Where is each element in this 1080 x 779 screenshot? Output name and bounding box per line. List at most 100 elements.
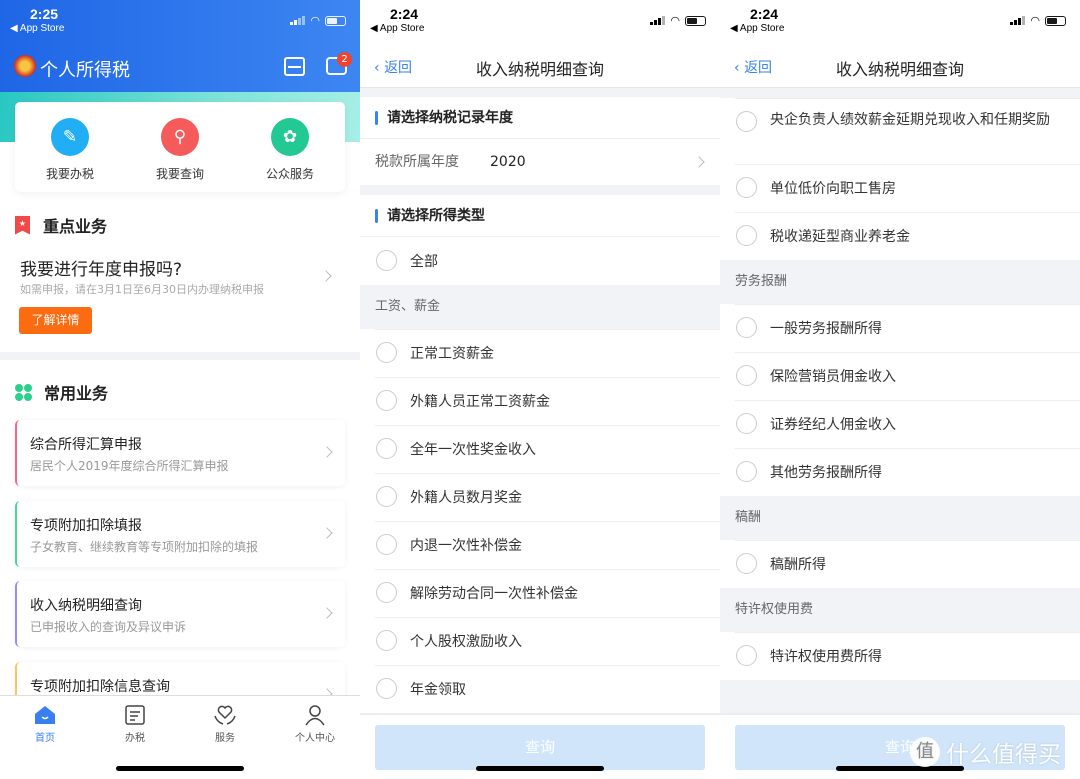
divider [735,212,1080,213]
card-annual-settlement[interactable]: 综合所得汇算申报 居民个人2019年度综合所得汇算申报 [15,420,345,486]
bookmark-star-icon: ★ [15,215,30,235]
group-header: 工资、薪金 [360,285,720,329]
card-special-deduction-fill[interactable]: 专项附加扣除填报 子女教育、继续教育等专项附加扣除的填报 [15,501,345,567]
quick-action-label: 我要办税 [45,167,94,181]
wifi-icon: ◠ [1030,14,1040,27]
radio-button[interactable] [736,317,757,338]
option-item[interactable]: 一般劳务报酬所得 [720,304,1080,352]
radio-button[interactable] [376,250,397,271]
quick-actions: ✎ 我要办税 ⚲ 我要查询 ✿ 公众服务 [15,102,345,192]
option-label: 特许权使用费所得 [770,649,882,665]
card-title: 专项附加扣除信息查询 [30,679,170,695]
radio-button[interactable] [736,365,757,386]
radio-button[interactable] [376,486,397,507]
divider [375,521,720,522]
radio-button[interactable] [376,582,397,603]
divider [735,352,1080,353]
radio-button[interactable] [736,177,757,198]
document-edit-icon [123,703,147,727]
option-item[interactable]: 单位低价向职工售房 [720,164,1080,212]
annual-filing-title[interactable]: 我要进行年度申报吗? [20,255,182,280]
card-income-tax-query[interactable]: 收入纳税明细查询 已申报收入的查询及异议申诉 [15,581,345,647]
option-all[interactable]: 全部 [360,237,720,285]
chevron-right-icon[interactable] [320,270,332,282]
option-item[interactable]: 正常工资薪金 [360,329,720,377]
clover-icon [15,383,32,401]
divider [375,473,720,474]
quick-action-pay-tax[interactable]: ✎ 我要办税 [25,118,115,192]
quick-action-query[interactable]: ⚲ 我要查询 [135,118,225,192]
option-item[interactable]: 保险营销员佣金收入 [720,352,1080,400]
option-item[interactable]: 其他劳务报酬所得 [720,448,1080,496]
back-to-app-store[interactable]: ◀ App Store [10,23,64,34]
option-item[interactable]: 外籍人员数月奖金 [360,473,720,521]
chevron-right-icon [693,156,705,168]
status-time: 2:24 [390,6,419,22]
radio-button[interactable] [736,553,757,574]
back-to-app-store[interactable]: ◀ App Store [730,23,784,34]
option-item[interactable]: 证券经纪人佣金收入 [720,400,1080,448]
divider [375,329,720,330]
watermark-logo: 值 [910,737,940,767]
app-title: 个人所得税 [40,60,130,81]
radio-button[interactable] [376,534,397,555]
scan-icon[interactable] [284,57,305,76]
option-label: 其他劳务报酬所得 [770,465,882,481]
option-item[interactable]: 税收递延型商业养老金 [720,212,1080,260]
divider [375,665,720,666]
nav-bar: 2:24 ◀ App Store ◠ ‹ 返回 收入纳税明细查询 [360,0,720,88]
radio-button[interactable] [376,390,397,411]
option-item[interactable]: 个人股权激励收入 [360,617,720,665]
radio-button[interactable] [376,342,397,363]
option-item[interactable]: 内退一次性补偿金 [360,521,720,569]
option-label: 央企负责人绩效薪金延期兑现收入和任期奖励 [770,112,1050,128]
radio-button[interactable] [736,645,757,666]
radio-button[interactable] [376,678,397,699]
learn-more-button[interactable]: 了解详情 [19,307,92,334]
group-header: 特许权使用费 [720,588,1080,632]
option-label: 年金领取 [410,682,466,698]
tab-label: 服务 [215,733,235,744]
option-label: 解除劳动合同一次性补偿金 [410,586,578,602]
quick-action-label: 公众服务 [265,167,314,181]
radio-button[interactable] [736,111,757,132]
flower-icon: ✿ [271,118,309,156]
page-title: 收入纳税明细查询 [475,60,604,79]
radio-button[interactable] [376,630,397,651]
option-item[interactable]: 央企负责人绩效薪金延期兑现收入和任期奖励 [720,98,1080,164]
tab-label: 首页 [35,733,55,744]
option-label: 内退一次性补偿金 [410,538,522,554]
option-item[interactable]: 稿酬所得 [720,540,1080,588]
battery-icon [685,15,706,26]
common-business-heading: 常用业务 [15,380,108,404]
radio-button[interactable] [736,461,757,482]
quick-action-label: 我要查询 [155,167,204,181]
radio-button[interactable] [736,225,757,246]
watermark-text: 什么值得买 [946,742,1061,768]
page-title: 收入纳税明细查询 [835,60,964,79]
tax-year-selector[interactable]: 税款所属年度 2020 [360,139,720,185]
divider [735,540,1080,541]
tab-home[interactable]: 首页 [0,696,90,779]
query-screen-scrolled: 央企负责人绩效薪金延期兑现收入和任期奖励 单位低价向职工售房 税收递延型商业养老金劳… [720,0,1080,779]
divider [735,632,1080,633]
option-item[interactable]: 特许权使用费所得 [720,632,1080,680]
option-item[interactable]: 外籍人员正常工资薪金 [360,377,720,425]
quick-action-public-service[interactable]: ✿ 公众服务 [245,118,335,192]
divider [735,304,1080,305]
option-item[interactable]: 全年一次性奖金收入 [360,425,720,473]
radio-button[interactable] [376,438,397,459]
option-item[interactable]: 解除劳动合同一次性补偿金 [360,569,720,617]
option-label: 正常工资薪金 [410,346,494,362]
status-bar: 2:24 ◀ App Store ◠ [720,0,1080,44]
query-button[interactable]: 查询 [375,725,705,770]
home-indicator [116,766,244,771]
back-to-app-store[interactable]: ◀ App Store [370,23,424,34]
tab-profile[interactable]: 个人中心 [270,696,360,779]
query-screen-top: 2:24 ◀ App Store ◠ ‹ 返回 收入纳税明细查询 请选择纳税记录… [360,0,720,779]
section-title: 常用业务 [44,384,109,403]
radio-button[interactable] [736,413,757,434]
home-indicator [476,766,604,771]
battery-icon [1045,15,1066,26]
option-item[interactable]: 年金领取 [360,665,720,713]
